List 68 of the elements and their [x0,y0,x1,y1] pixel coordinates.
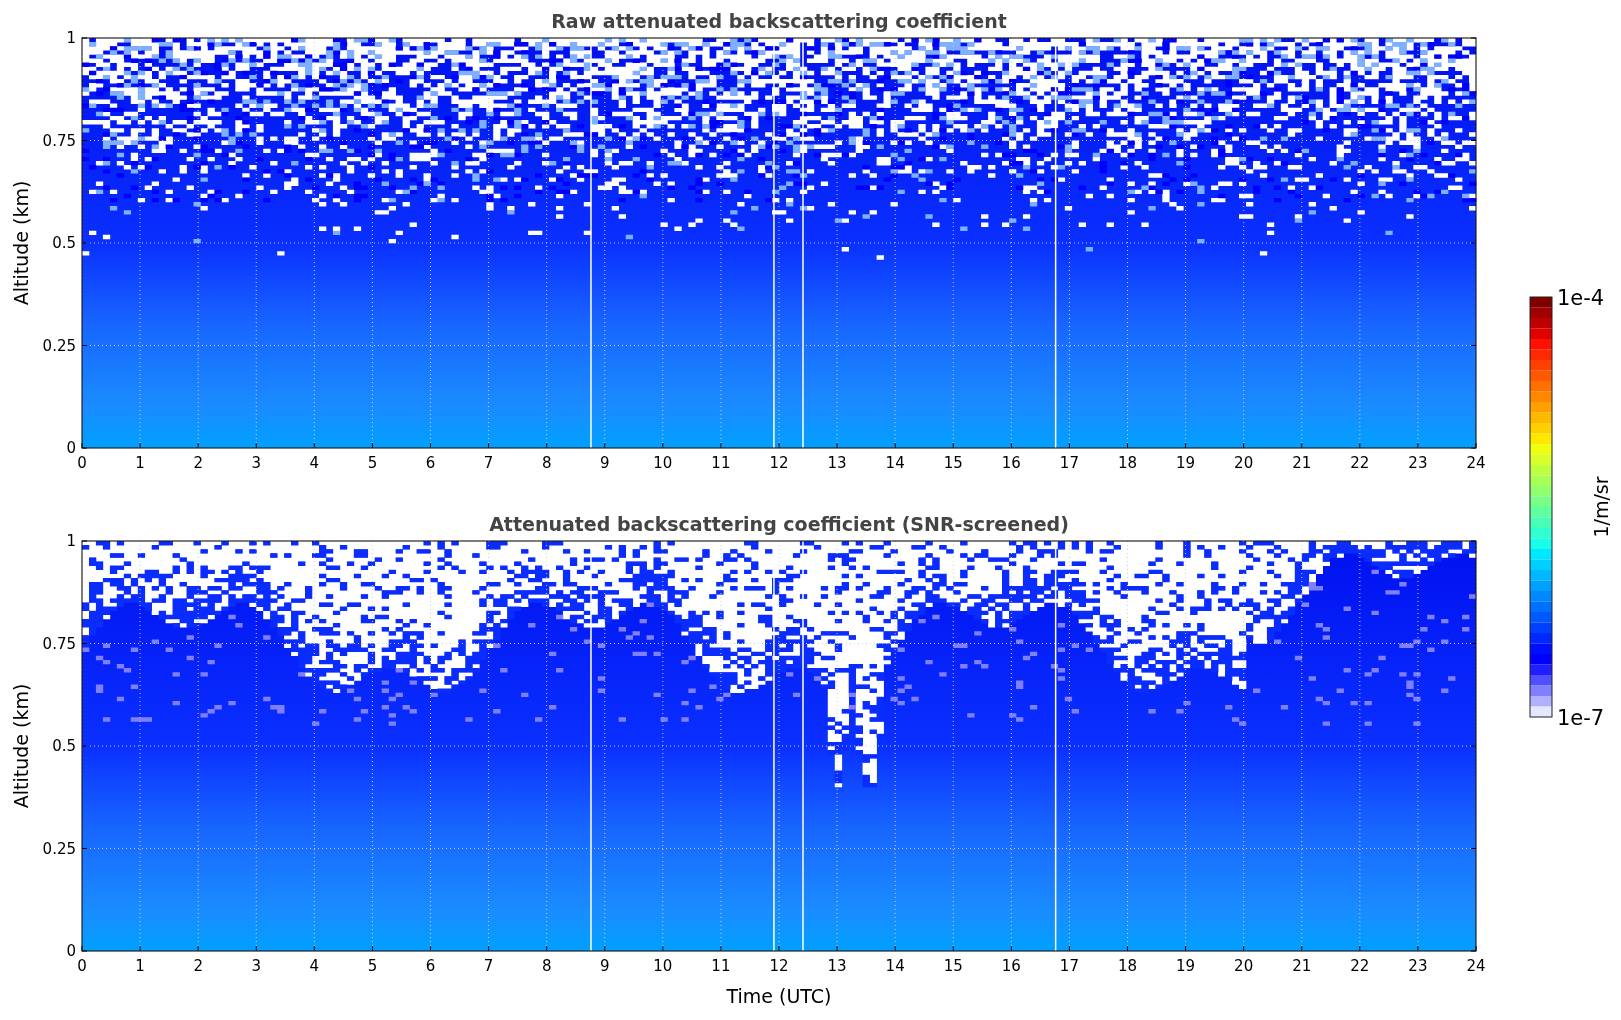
tick-label: 12 [769,454,789,472]
tick-label: 6 [425,454,436,472]
tick-label: 0 [77,957,87,975]
tick-label: 1 [66,532,76,550]
tick-label: 15 [943,957,963,975]
tick-label: 1 [135,454,145,472]
tick-label: 2 [193,454,203,472]
tick-label: 17 [1059,957,1079,975]
tick-label: 10 [653,957,673,975]
tick-label: 0.25 [42,839,76,858]
tick-label: 9 [600,454,610,472]
tick-label: 0.5 [52,737,76,755]
tick-label: 7 [483,957,494,975]
tick-label: 15 [943,454,963,472]
tick-label: 18 [1117,957,1138,975]
tick-label: 4 [309,454,320,472]
tick-label: 2 [193,957,203,975]
tick-label: 0 [77,454,87,472]
tick-label: 9 [600,957,610,975]
tick-label: 13 [827,957,847,975]
tick-label: 19 [1176,454,1196,472]
colorbar-unit-label: 1/m/sr [1590,476,1612,538]
colorbar-min-label: 1e-7 [1557,706,1605,730]
tick-label: 0.75 [42,634,76,653]
tick-label: 10 [653,454,673,472]
tick-label: 19 [1176,957,1196,975]
tick-label: 11 [711,957,731,975]
tick-label: 17 [1059,454,1079,472]
tick-label: 11 [711,454,731,472]
axis-label: Altitude (km) [10,180,32,306]
tick-label: 4 [309,957,320,975]
tick-label: 12 [769,957,789,975]
tick-label: 22 [1350,957,1370,975]
tick-label: 18 [1117,454,1138,472]
axis-label: Altitude (km) [10,683,32,809]
tick-label: 5 [367,454,378,472]
tick-label: 24 [1466,454,1486,472]
chart-title: Raw attenuated backscattering coefficient [551,10,1007,32]
tick-label: 16 [1001,454,1021,472]
tick-label: 21 [1292,957,1312,975]
tick-label: 14 [885,454,905,472]
tick-label: 5 [367,957,378,975]
tick-label: 8 [541,957,552,975]
chart-title: Attenuated backscattering coefficient (SNR-screened) [489,513,1069,535]
tick-label: 3 [251,957,261,975]
tick-label: 23 [1408,957,1428,975]
tick-label: 0 [66,942,76,960]
tick-label: 7 [483,454,494,472]
tick-label: 6 [425,957,436,975]
tick-label: 23 [1408,454,1428,472]
tick-label: 0 [66,439,76,457]
tick-label: 0.25 [42,336,76,355]
tick-label: 20 [1234,957,1254,975]
tick-label: 1 [66,29,76,47]
tick-label: 13 [827,454,847,472]
tick-label: 8 [541,454,552,472]
tick-label: 22 [1350,454,1370,472]
tick-label: 0.75 [42,131,76,150]
tick-label: 24 [1466,957,1486,975]
tick-label: 16 [1001,957,1021,975]
tick-label: 21 [1292,454,1312,472]
colorbar-max-label: 1e-4 [1557,286,1605,310]
tick-label: 3 [251,454,261,472]
tick-label: 20 [1234,454,1254,472]
tick-label: 14 [885,957,905,975]
axis-label: Time (UTC) [726,985,832,1007]
tick-label: 1 [135,957,145,975]
tick-label: 0.5 [52,234,76,252]
